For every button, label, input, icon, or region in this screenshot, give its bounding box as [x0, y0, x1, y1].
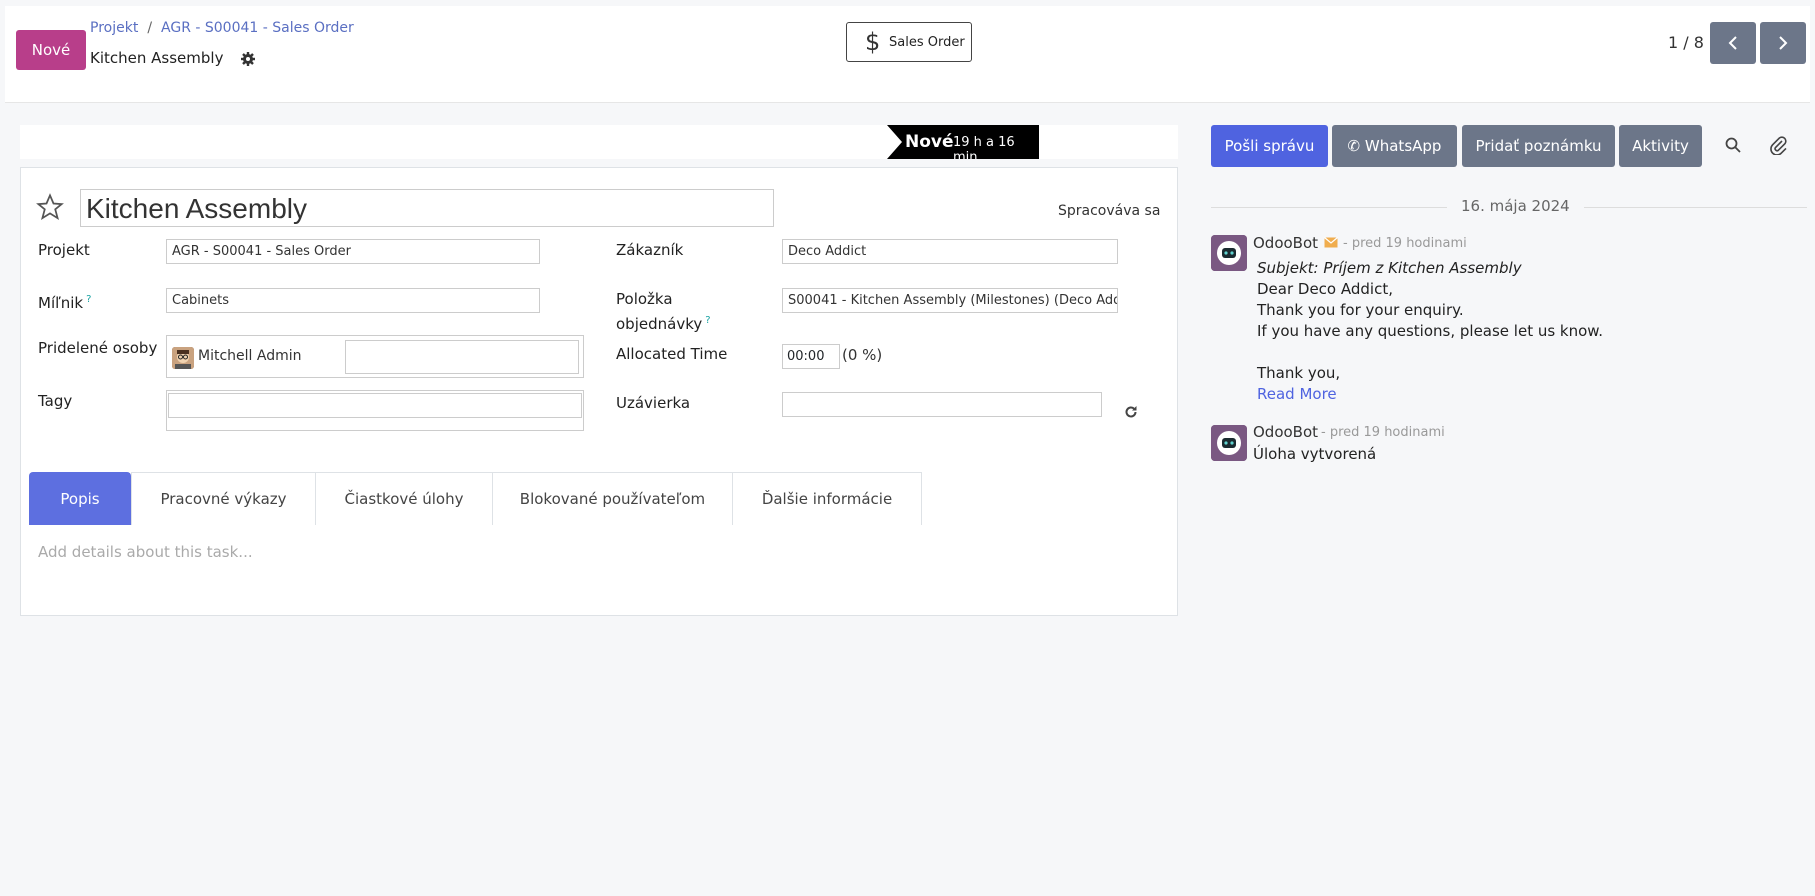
tab-popis[interactable]: Popis — [29, 472, 131, 525]
refresh-icon[interactable] — [1124, 405, 1138, 419]
project-label: Projekt — [38, 241, 90, 259]
deadline-label: Uzávierka — [616, 394, 691, 412]
message-date: - pred 19 hodinami — [1321, 425, 1445, 440]
avatar[interactable] — [1211, 425, 1247, 461]
read-more-link[interactable]: Read More — [1257, 385, 1337, 403]
stage-time: 19 h a 16 min — [953, 135, 1015, 165]
message-date: - pred 19 hodinami — [1343, 236, 1467, 251]
assignee-tag[interactable]: Mitchell Admin — [198, 348, 302, 364]
message-line: Dear Deco Addict, — [1257, 280, 1393, 298]
chevron-right-icon — [1779, 36, 1788, 50]
whatsapp-icon: ✆ — [1347, 137, 1361, 155]
allocated-time-percent: (0 %) — [842, 346, 883, 364]
message-author[interactable]: OdooBot — [1253, 234, 1318, 252]
message-line: If you have any questions, please let us… — [1257, 322, 1603, 340]
record-title: Kitchen Assembly — [90, 49, 224, 67]
date-separator: 16. mája 2024 — [1447, 197, 1584, 215]
help-icon[interactable]: ? — [86, 294, 91, 305]
message-subject: Subjekt: Príjem z Kitchen Assembly — [1257, 259, 1522, 277]
paperclip-icon[interactable] — [1770, 135, 1788, 155]
assignees-input[interactable] — [345, 340, 579, 374]
message-line: Thank you, — [1257, 364, 1341, 382]
message-body: Úloha vytvorená — [1253, 445, 1377, 463]
project-field[interactable]: AGR - S00041 - Sales Order — [166, 239, 540, 264]
star-icon[interactable] — [36, 193, 64, 221]
customer-field[interactable]: Deco Addict — [782, 239, 1118, 264]
allocated-time-label: Allocated Time — [616, 345, 728, 363]
tab-blokovane-pouzivatelom[interactable]: Blokované používateľom — [492, 472, 733, 525]
order-item-label-line1: Položka — [616, 290, 673, 308]
send-message-button[interactable]: Pošli správu — [1211, 125, 1328, 167]
tags-input[interactable] — [168, 393, 582, 418]
avatar — [172, 347, 194, 369]
whatsapp-label: WhatsApp — [1364, 137, 1442, 155]
message-author[interactable]: OdooBot — [1253, 423, 1318, 441]
deadline-field[interactable] — [782, 392, 1102, 417]
allocated-time-input[interactable]: 00:00 — [782, 344, 840, 369]
order-item-field[interactable]: S00041 - Kitchen Assembly (Milestones) (… — [782, 288, 1118, 313]
sales-order-smart-button[interactable]: $ Sales Order — [846, 22, 972, 62]
tab-ciastkove-ulohy[interactable]: Čiastkové úlohy — [315, 472, 493, 525]
new-button[interactable]: Nové — [16, 30, 86, 70]
milestone-label: Míľnik? — [38, 289, 91, 314]
smart-button-label: Sales Order — [889, 35, 965, 50]
task-title-input[interactable]: Kitchen Assembly — [80, 189, 774, 227]
pager-value[interactable]: 1 / 8 — [1668, 33, 1704, 52]
avatar[interactable] — [1211, 235, 1247, 271]
task-state[interactable]: Spracováva sa — [1058, 203, 1160, 219]
help-icon[interactable]: ? — [705, 315, 710, 326]
pager-next-button[interactable] — [1760, 22, 1806, 64]
activities-button[interactable]: Aktivity — [1619, 125, 1702, 167]
milestone-field[interactable]: Cabinets — [166, 288, 540, 313]
search-icon[interactable] — [1725, 137, 1741, 153]
stage-button-new[interactable]: Nové 19 h a 16 min — [887, 125, 1039, 159]
tags-label: Tagy — [38, 392, 73, 410]
breadcrumb: Projekt / AGR - S00041 - Sales Order — [90, 20, 354, 36]
customer-label: Zákazník — [616, 241, 684, 259]
envelope-icon — [1324, 237, 1338, 248]
breadcrumb-item-project[interactable]: Projekt — [90, 20, 138, 36]
dollar-icon: $ — [865, 28, 881, 56]
pager-previous-button[interactable] — [1710, 22, 1756, 64]
whatsapp-button[interactable]: ✆ WhatsApp — [1332, 125, 1457, 167]
assignees-label: Pridelené osoby — [38, 339, 158, 357]
stage-name: Nové — [905, 132, 954, 152]
log-note-button[interactable]: Pridať poznámku — [1462, 125, 1615, 167]
tab-dalsie-informacie[interactable]: Ďalšie informácie — [732, 472, 922, 525]
order-item-label-line2: objednávky — [616, 315, 703, 333]
order-item-label: Položka objednávky? — [616, 289, 711, 335]
breadcrumb-item-sales-order[interactable]: AGR - S00041 - Sales Order — [161, 20, 354, 36]
milestone-label-text: Míľnik — [38, 294, 84, 312]
tab-pracovne-vykazy[interactable]: Pracovné výkazy — [131, 472, 316, 525]
description-editor[interactable]: Add details about this task... — [38, 543, 253, 561]
breadcrumb-separator: / — [147, 20, 153, 36]
message-line: Thank you for your enquiry. — [1257, 301, 1464, 319]
gear-icon[interactable] — [240, 51, 256, 67]
chevron-left-icon — [1728, 36, 1737, 50]
